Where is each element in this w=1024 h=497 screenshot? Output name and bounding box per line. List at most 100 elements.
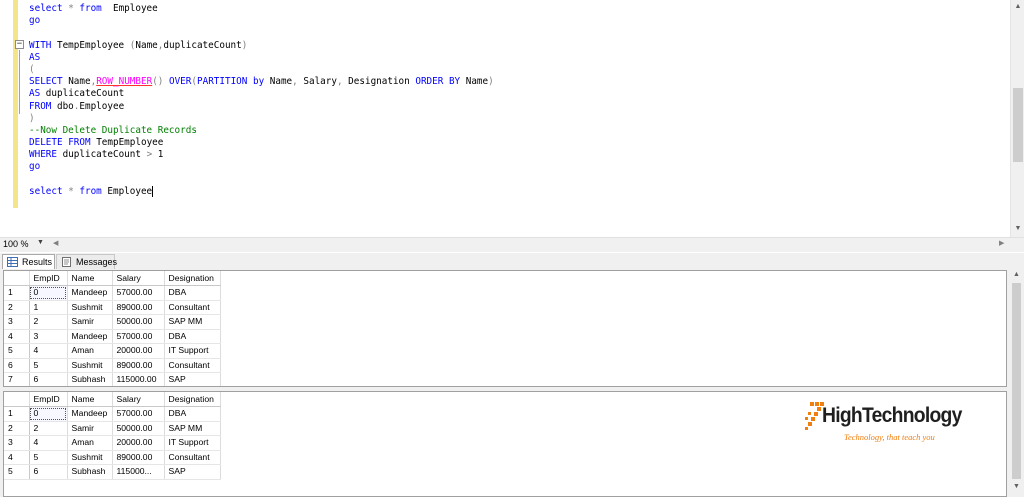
- table-row[interactable]: 3 4 Aman 20000.00 IT Support: [4, 435, 221, 451]
- table-cell[interactable]: 115000.00: [112, 372, 165, 386]
- zoom-level[interactable]: 100 %: [3, 239, 29, 249]
- query-editor[interactable]: − select * from Employee go WITH TempEmplo…: [0, 0, 1024, 237]
- table-cell[interactable]: Consultant: [164, 358, 221, 373]
- code-line[interactable]: DELETE FROM TempEmployee: [29, 137, 494, 149]
- code-line[interactable]: go: [29, 15, 494, 27]
- table-cell[interactable]: Sushmit: [67, 450, 113, 465]
- column-header[interactable]: EmpID: [29, 271, 68, 286]
- table-cell[interactable]: 89000.00: [112, 300, 165, 315]
- table-cell[interactable]: 20000.00: [112, 343, 165, 359]
- results-vertical-scrollbar[interactable]: ▲ ▼: [1009, 269, 1024, 497]
- code-line[interactable]: --Now Delete Duplicate Records: [29, 125, 494, 137]
- column-header[interactable]: Designation: [164, 271, 221, 286]
- code-line[interactable]: select * from Employee: [29, 3, 494, 15]
- table-cell[interactable]: 1: [29, 300, 68, 315]
- column-header[interactable]: EmpID: [29, 392, 68, 407]
- table-cell[interactable]: IT Support: [164, 343, 221, 359]
- result-table[interactable]: EmpID Name Salary Designation 1 0 Mandeep 57000…: [4, 271, 221, 386]
- table-cell[interactable]: 4: [29, 343, 68, 359]
- table-cell[interactable]: 20000.00: [112, 435, 165, 451]
- table-cell[interactable]: DBA: [164, 285, 221, 301]
- table-cell[interactable]: Consultant: [164, 300, 221, 315]
- scrollbar-thumb[interactable]: [1013, 88, 1023, 162]
- table-cell[interactable]: 5: [29, 450, 68, 465]
- table-row[interactable]: 4 3 Mandeep 57000.00 DBA: [4, 329, 221, 344]
- table-cell[interactable]: SAP MM: [164, 314, 221, 330]
- table-row[interactable]: 4 5 Sushmit 89000.00 Consultant: [4, 450, 221, 465]
- column-header[interactable]: Designation: [164, 392, 221, 407]
- row-number[interactable]: 7: [4, 372, 30, 386]
- code-line[interactable]: SELECT Name,ROW_NUMBER() OVER(PARTITION …: [29, 76, 494, 88]
- code-line[interactable]: ): [29, 113, 494, 125]
- row-number[interactable]: 5: [4, 343, 30, 359]
- table-cell[interactable]: 89000.00: [112, 450, 165, 465]
- table-cell[interactable]: 57000.00: [112, 285, 165, 301]
- table-cell[interactable]: Consultant: [164, 450, 221, 465]
- table-cell[interactable]: Samir: [67, 421, 113, 436]
- table-cell[interactable]: 2: [29, 314, 68, 330]
- table-cell[interactable]: 57000.00: [112, 406, 165, 422]
- code-line[interactable]: [29, 174, 494, 186]
- row-number[interactable]: 2: [4, 300, 30, 315]
- table-row[interactable]: 1 0 Mandeep 57000.00 DBA: [4, 285, 221, 301]
- row-number[interactable]: 5: [4, 464, 30, 480]
- table-cell[interactable]: 0: [29, 406, 68, 422]
- scroll-right-icon[interactable]: ▶: [999, 239, 1004, 247]
- result-grid-1[interactable]: EmpID Name Salary Designation 1 0 Mandeep 57000…: [3, 270, 1007, 387]
- table-row[interactable]: 2 2 Samir 50000.00 SAP MM: [4, 421, 221, 436]
- code-line[interactable]: WITH TempEmployee (Name,duplicateCount): [29, 40, 494, 52]
- table-cell[interactable]: SAP MM: [164, 421, 221, 436]
- table-row[interactable]: 7 6 Subhash 115000.00 SAP: [4, 372, 221, 386]
- code-line[interactable]: WHERE duplicateCount > 1: [29, 149, 494, 161]
- table-cell[interactable]: Aman: [67, 343, 113, 359]
- column-header[interactable]: Name: [67, 271, 113, 286]
- table-cell[interactable]: 4: [29, 435, 68, 451]
- column-header[interactable]: Salary: [112, 271, 165, 286]
- table-cell[interactable]: Mandeep: [67, 285, 113, 301]
- table-cell[interactable]: SAP: [164, 372, 221, 386]
- tab-messages[interactable]: Messages: [56, 254, 117, 269]
- table-cell[interactable]: DBA: [164, 406, 221, 422]
- zoom-dropdown-icon[interactable]: ▼: [37, 239, 44, 246]
- table-cell[interactable]: Sushmit: [67, 300, 113, 315]
- table-cell[interactable]: IT Support: [164, 435, 221, 451]
- table-cell[interactable]: 50000.00: [112, 421, 165, 436]
- table-row[interactable]: 3 2 Samir 50000.00 SAP MM: [4, 314, 221, 330]
- code-line[interactable]: AS duplicateCount: [29, 88, 494, 100]
- scroll-up-icon[interactable]: ▲: [1009, 271, 1024, 278]
- code-line[interactable]: (: [29, 64, 494, 76]
- table-cell[interactable]: 50000.00: [112, 314, 165, 330]
- table-row[interactable]: 2 1 Sushmit 89000.00 Consultant: [4, 300, 221, 315]
- code-line[interactable]: AS: [29, 52, 494, 64]
- table-cell[interactable]: 89000.00: [112, 358, 165, 373]
- table-row[interactable]: 5 6 Subhash 115000... SAP: [4, 464, 221, 480]
- table-row[interactable]: 1 0 Mandeep 57000.00 DBA: [4, 406, 221, 422]
- tab-results[interactable]: Results: [2, 254, 55, 269]
- scroll-left-icon[interactable]: ◀: [53, 239, 58, 247]
- table-cell[interactable]: Subhash: [67, 464, 113, 480]
- scroll-up-icon[interactable]: ▲: [1011, 0, 1024, 14]
- corner-cell[interactable]: [4, 271, 30, 286]
- table-row[interactable]: 5 4 Aman 20000.00 IT Support: [4, 343, 221, 359]
- row-number[interactable]: 4: [4, 329, 30, 344]
- table-cell[interactable]: 6: [29, 464, 68, 480]
- result-table[interactable]: EmpID Name Salary Designation 1 0 Mandeep 57000…: [4, 392, 221, 480]
- scroll-down-icon[interactable]: ▼: [1009, 483, 1024, 490]
- table-cell[interactable]: Mandeep: [67, 329, 113, 344]
- row-number[interactable]: 3: [4, 314, 30, 330]
- row-number[interactable]: 1: [4, 285, 30, 301]
- code-line[interactable]: go: [29, 161, 494, 173]
- editor-vertical-scrollbar[interactable]: ▲ ▼: [1010, 0, 1024, 237]
- table-cell[interactable]: DBA: [164, 329, 221, 344]
- table-cell[interactable]: 57000.00: [112, 329, 165, 344]
- table-cell[interactable]: Aman: [67, 435, 113, 451]
- table-cell[interactable]: SAP: [164, 464, 221, 480]
- scrollbar-thumb[interactable]: [1012, 283, 1021, 479]
- table-row[interactable]: 6 5 Sushmit 89000.00 Consultant: [4, 358, 221, 373]
- collapse-region-icon[interactable]: −: [15, 40, 24, 49]
- table-cell[interactable]: Samir: [67, 314, 113, 330]
- code-line[interactable]: [29, 27, 494, 39]
- table-cell[interactable]: Subhash: [67, 372, 113, 386]
- code-line[interactable]: FROM dbo.Employee: [29, 101, 494, 113]
- row-number[interactable]: 4: [4, 450, 30, 465]
